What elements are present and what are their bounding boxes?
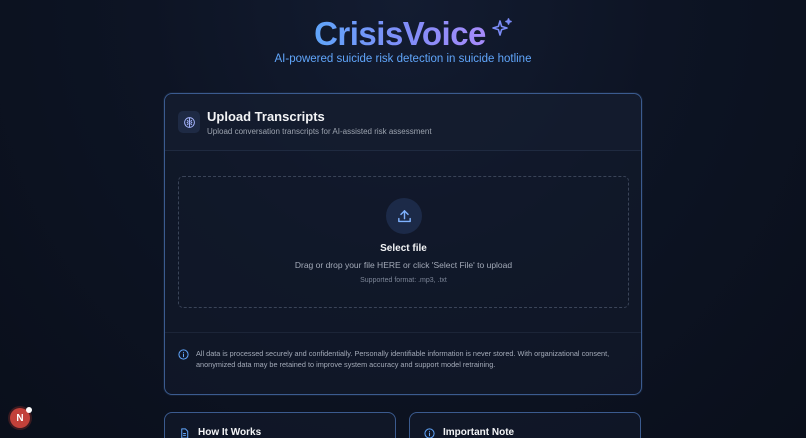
upload-card-title: Upload Transcripts bbox=[207, 108, 325, 124]
upload-card-description: Upload conversation transcripts for AI-a… bbox=[207, 126, 432, 136]
upload-card: Upload Transcripts Upload conversation t… bbox=[164, 93, 642, 395]
how-it-works-title: How It Works bbox=[198, 427, 262, 438]
brain-icon bbox=[178, 111, 200, 133]
important-note-title: Important Note bbox=[443, 427, 515, 438]
privacy-notice-text: All data is processed securely and confi… bbox=[196, 349, 610, 369]
sparkles-icon bbox=[492, 18, 512, 36]
dropzone-instructions: Drag or drop your file HERE or click 'Se… bbox=[294, 260, 513, 270]
supported-formats: Supported format: .mp3, .txt bbox=[360, 277, 447, 284]
avatar-initial: N bbox=[16, 412, 24, 424]
privacy-notice: All data is processed securely and confi… bbox=[178, 348, 628, 370]
app-title: CrisisVoice bbox=[314, 15, 486, 52]
user-avatar[interactable]: N bbox=[10, 407, 32, 428]
notification-dot bbox=[26, 407, 32, 413]
upload-button[interactable] bbox=[386, 198, 422, 234]
important-note-card: Important Note bbox=[409, 412, 641, 438]
upload-card-header: Upload Transcripts Upload conversation t… bbox=[165, 94, 641, 151]
upload-icon bbox=[397, 209, 411, 222]
file-dropzone[interactable]: Select file Drag or drop your file HERE … bbox=[178, 176, 629, 308]
info-icon bbox=[178, 349, 189, 360]
brand-header: CrisisVoice bbox=[0, 14, 806, 54]
divider bbox=[165, 332, 641, 333]
document-icon bbox=[181, 428, 189, 438]
info-icon bbox=[424, 428, 435, 438]
select-file-label[interactable]: Select file bbox=[179, 243, 628, 254]
how-it-works-card: How It Works bbox=[164, 412, 396, 438]
app-subtitle: AI-powered suicide risk detection in sui… bbox=[274, 53, 532, 65]
